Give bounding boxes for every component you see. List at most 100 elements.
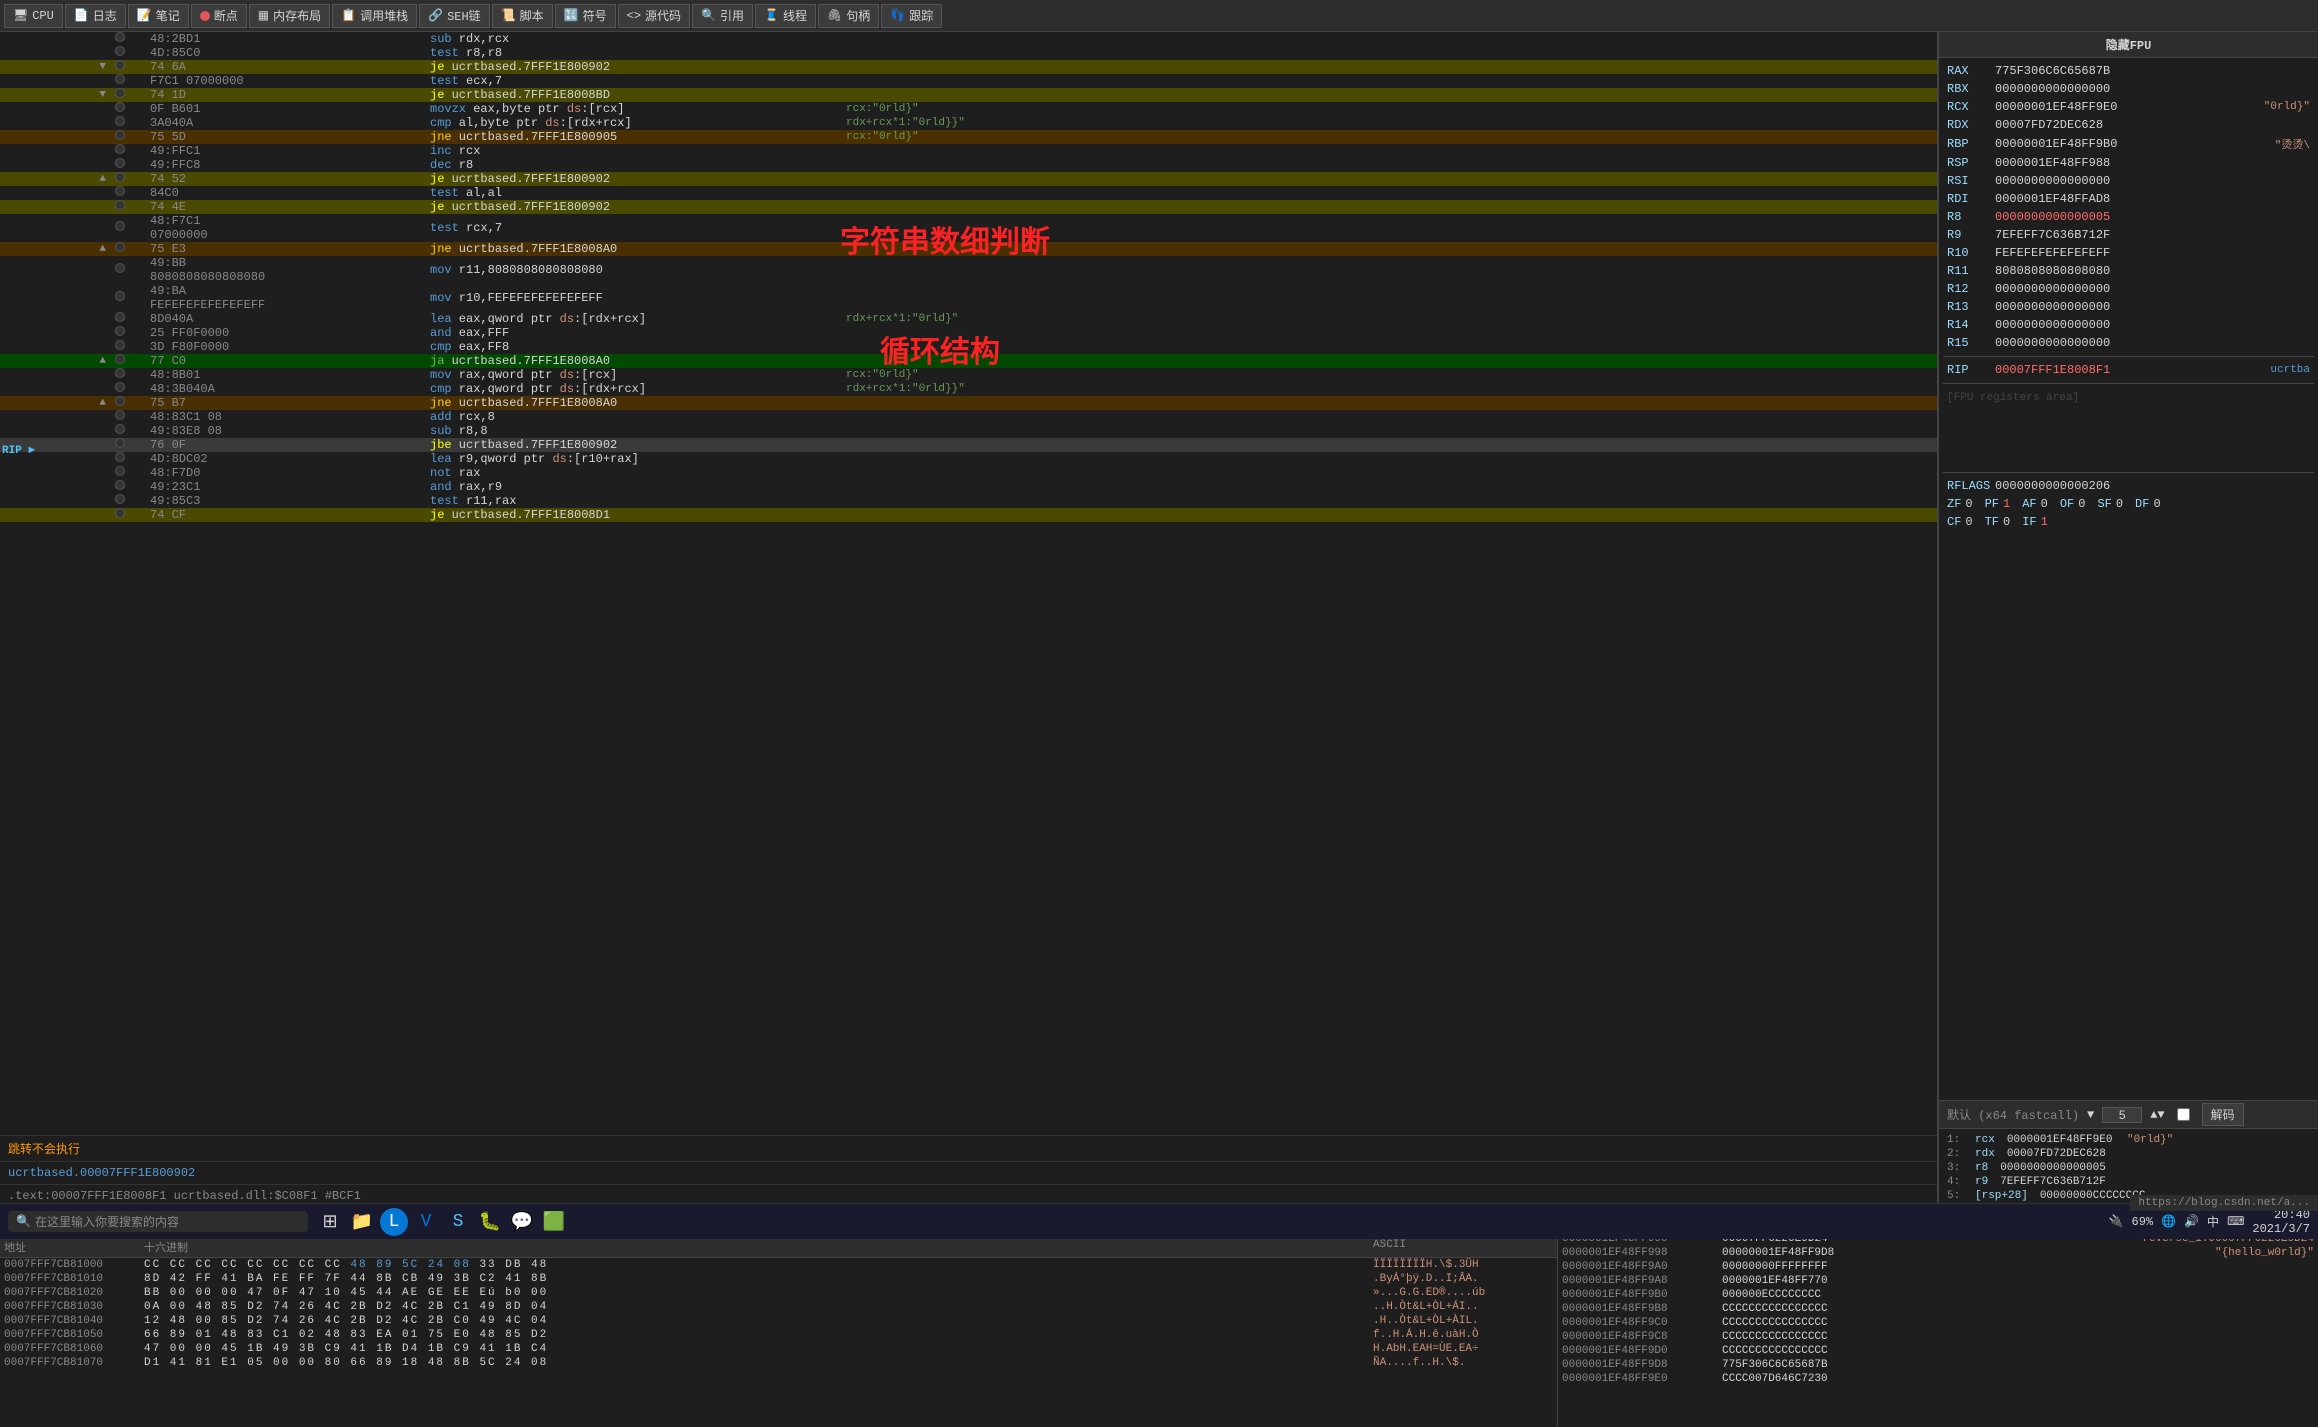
- cpu-btn[interactable]: 🖥 CPU: [4, 4, 63, 28]
- breakpoint-dot[interactable]: [115, 326, 125, 336]
- breakpoint-dot[interactable]: [115, 242, 125, 252]
- rmem-row: 0000001EF48FF9A8 0000001EF48FF770: [1558, 1274, 2318, 1288]
- disasm-row[interactable]: 3A040A cmp al,byte ptr ds:[rdx+rcx] rdx+…: [0, 116, 1937, 130]
- disasm-row[interactable]: 8D040A lea eax,qword ptr ds:[rdx+rcx] rd…: [0, 312, 1937, 326]
- taskbar-app-6[interactable]: 🐛: [476, 1208, 504, 1236]
- breakpoint-dot[interactable]: [115, 340, 125, 350]
- taskbar-app-4[interactable]: V: [412, 1208, 440, 1236]
- disasm-row[interactable]: 48:3B040A cmp rax,qword ptr ds:[rdx+rcx]…: [0, 382, 1937, 396]
- comment-cell: [830, 396, 1937, 410]
- source-btn[interactable]: <> 源代码: [618, 4, 690, 28]
- breakpoint-dot[interactable]: [115, 312, 125, 322]
- disasm-row[interactable]: 48:2BD1 sub rdx,rcx: [0, 32, 1937, 46]
- seh-btn[interactable]: 🔗 SEH链: [419, 4, 490, 28]
- disasm-row[interactable]: 49:BB 8080808080808080 mov r11,808080808…: [0, 256, 1937, 284]
- handle-btn[interactable]: 🖇 句柄: [818, 4, 879, 28]
- breakpoint-dot[interactable]: [115, 158, 125, 168]
- disasm-row[interactable]: 4D:85C0 test r8,r8: [0, 46, 1937, 60]
- breakpoint-dot[interactable]: [115, 452, 125, 462]
- breakpoint-dot[interactable]: [115, 32, 125, 42]
- ref-btn[interactable]: 🔍 引用: [692, 4, 753, 28]
- decode-button[interactable]: 解码: [2202, 1103, 2244, 1126]
- disasm-row[interactable]: ▼ 74 6A je ucrtbased.7FFF1E800902: [0, 60, 1937, 74]
- breakpoint-dot[interactable]: [115, 200, 125, 210]
- taskbar-app-5[interactable]: S: [444, 1208, 472, 1236]
- breakpoint-dot[interactable]: [115, 480, 125, 490]
- breakpoint-dot[interactable]: [115, 424, 125, 434]
- disasm-row[interactable]: ▲ 75 B7 jne ucrtbased.7FFF1E8008A0: [0, 396, 1937, 410]
- disasm-row[interactable]: 4D:8DC02 lea r9,qword ptr ds:[r10+rax]: [0, 452, 1937, 466]
- taskbar-app-8[interactable]: 🟩: [540, 1208, 568, 1236]
- breakpoint-dot[interactable]: [115, 263, 125, 273]
- disasm-row[interactable]: 75 5D jne ucrtbased.7FFF1E800905 rcx:"0r…: [0, 130, 1937, 144]
- breakpoint-dot[interactable]: [115, 102, 125, 112]
- disasm-row[interactable]: 48:F7D0 not rax: [0, 466, 1937, 480]
- disasm-row[interactable]: 3D F80F0000 cmp eax,FF8: [0, 340, 1937, 354]
- breakpoint-dot[interactable]: [115, 130, 125, 140]
- right-mem[interactable]: 0000001EF48FF988 00007FF6226E1984 返回到 re…: [1558, 1214, 2318, 1386]
- taskbar-app-2[interactable]: 📁: [348, 1208, 376, 1236]
- breakpoint-dot[interactable]: [115, 354, 125, 364]
- breakpoint-dot[interactable]: [115, 382, 125, 392]
- taskbar-app-7[interactable]: 💬: [508, 1208, 536, 1236]
- disasm-row[interactable]: 84C0 test al,al: [0, 186, 1937, 200]
- disasm-row[interactable]: 49:FFC8 dec r8: [0, 158, 1937, 172]
- disasm-row[interactable]: ▲ 75 E3 jne ucrtbased.7FFF1E8008A0: [0, 242, 1937, 256]
- breakpoint-dot[interactable]: [115, 466, 125, 476]
- symbol-btn[interactable]: 🔣 符号: [555, 4, 616, 28]
- disasm-row[interactable]: 49:83E8 08 sub r8,8: [0, 424, 1937, 438]
- breakpoint-dot[interactable]: [115, 494, 125, 504]
- disasm-row[interactable]: 48:F7C1 07000000 test rcx,7: [0, 214, 1937, 242]
- disasm-row[interactable]: RIP ► 76 0F jbe ucrtbased.7FFF1E800902: [0, 438, 1937, 452]
- disasm-row[interactable]: 49:FFC1 inc rcx: [0, 144, 1937, 158]
- disasm-row[interactable]: 48:83C1 08 add rcx,8: [0, 410, 1937, 424]
- notes-btn[interactable]: 📝 笔记: [128, 4, 189, 28]
- breakpoint-dot[interactable]: [115, 46, 125, 56]
- breakpoint-dot[interactable]: [115, 438, 125, 448]
- disasm-row[interactable]: 25 FF0F0000 and eax,FFF: [0, 326, 1937, 340]
- disasm-row[interactable]: F7C1 07000000 test ecx,7: [0, 74, 1937, 88]
- breakpoint-dot[interactable]: [115, 88, 125, 98]
- disasm-row[interactable]: 49:BA FEFEFEFEFEFEFEFF mov r10,FEFEFEFEF…: [0, 284, 1937, 312]
- breakpoint-dot[interactable]: [115, 291, 125, 301]
- breakpoint-btn[interactable]: 断点: [191, 4, 247, 28]
- breakpoint-dot[interactable]: [115, 74, 125, 84]
- disasm-row[interactable]: 74 CF je ucrtbased.7FFF1E8008D1: [0, 508, 1937, 522]
- breakpoint-dot[interactable]: [115, 368, 125, 378]
- disasm-row[interactable]: ▼ 74 1D je ucrtbased.7FFF1E8008BD: [0, 88, 1937, 102]
- caret-cell: [130, 186, 150, 200]
- taskbar-app-3[interactable]: L: [380, 1208, 408, 1236]
- taskbar-app-1[interactable]: ⊞: [316, 1208, 344, 1236]
- disasm-row[interactable]: 49:23C1 and rax,r9: [0, 480, 1937, 494]
- breakpoint-dot[interactable]: [115, 144, 125, 154]
- disasm-row[interactable]: 0F B601 movzx eax,byte ptr ds:[rcx] rcx:…: [0, 102, 1937, 116]
- breakpoint-dot[interactable]: [115, 116, 125, 126]
- disasm-row[interactable]: 49:85C3 test r11,rax: [0, 494, 1937, 508]
- breakpoint-dot[interactable]: [115, 508, 125, 518]
- addr-cell: 77 C0: [150, 354, 260, 368]
- breakpoint-dot[interactable]: [115, 60, 125, 70]
- decode-checkbox[interactable]: [2177, 1108, 2190, 1121]
- disasm-row[interactable]: ▲ 77 C0 ja ucrtbased.7FFF1E8008A0: [0, 354, 1937, 368]
- reg-content[interactable]: RAX 775F306C6C65687B RBX 000000000000000…: [1939, 58, 2318, 1100]
- disasm-row[interactable]: 48:8B01 mov rax,qword ptr ds:[rcx] rcx:"…: [0, 368, 1937, 382]
- breakpoint-dot[interactable]: [115, 410, 125, 420]
- breakpoint-dot[interactable]: [115, 186, 125, 196]
- disasm-scroll[interactable]: 48:2BD1 sub rdx,rcx 4D:85C0 test r8,r8 ▼…: [0, 32, 1937, 1135]
- decode-count-input[interactable]: [2102, 1107, 2142, 1123]
- volume-icon: 🔊: [2184, 1214, 2199, 1229]
- log-btn[interactable]: 📄 日志: [65, 4, 126, 28]
- memory-content[interactable]: 地址 十六进制 ASCII 0007FFF7CB81000 CC CC CC C…: [0, 1237, 1557, 1427]
- thread-btn[interactable]: 🧵 线程: [755, 4, 816, 28]
- breakpoint-dot[interactable]: [115, 221, 125, 231]
- script-btn[interactable]: 📜 脚本: [492, 4, 553, 28]
- disasm-row[interactable]: ▲ 74 52 je ucrtbased.7FFF1E800902: [0, 172, 1937, 186]
- call-stack-btn[interactable]: 📋 调用堆栈: [332, 4, 417, 28]
- breakpoint-dot[interactable]: [115, 172, 125, 182]
- disasm-row[interactable]: 74 4E je ucrtbased.7FFF1E800902: [0, 200, 1937, 214]
- memory-layout-btn[interactable]: ▦ 内存布局: [249, 4, 330, 28]
- addr-cell: 48:F7D0: [150, 466, 260, 480]
- breakpoint-dot[interactable]: [115, 396, 125, 406]
- trace-btn[interactable]: 👣 跟踪: [881, 4, 942, 28]
- task-search[interactable]: 🔍 在这里输入你要搜索的内容: [8, 1211, 308, 1232]
